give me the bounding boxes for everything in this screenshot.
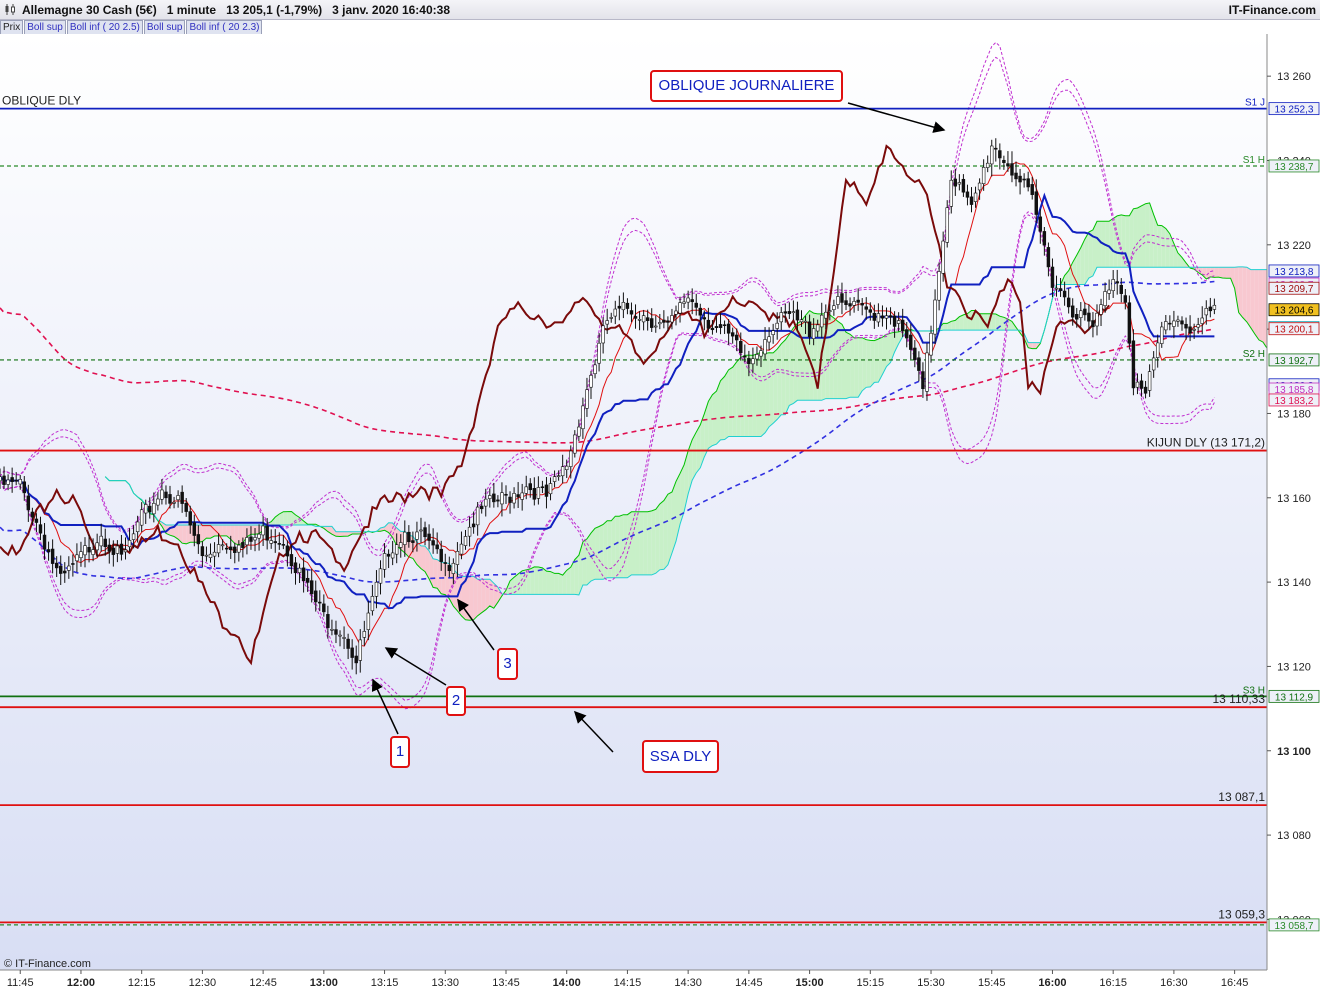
annotation-ssa-dly: SSA DLY xyxy=(642,740,719,773)
price-badge-label: 13 192,7 xyxy=(1275,356,1314,367)
price-badge-label: 13 200,1 xyxy=(1275,325,1314,336)
x-tick-label: 16:15 xyxy=(1099,977,1127,989)
level-label: OBLIQUE DLY xyxy=(2,94,81,108)
annotation-oblique-journaliere: OBLIQUE JOURNALIERE xyxy=(650,70,843,102)
price-chart[interactable]: OBLIQUE DLY S1 J S1 H S2 H KIJUN DLY (13 171… xyxy=(0,0,1320,990)
price-badge-label: 13 252,3 xyxy=(1275,105,1314,116)
x-tick-label: 14:15 xyxy=(614,977,642,989)
price-badge-label: 13 238,7 xyxy=(1275,162,1314,173)
x-tick-label: 13:15 xyxy=(371,977,399,989)
x-tick-label: 16:30 xyxy=(1160,977,1188,989)
x-tick-label: 12:30 xyxy=(189,977,217,989)
price-badge-label: 13 213,8 xyxy=(1275,267,1314,278)
y-tick-label: 13 160 xyxy=(1277,493,1311,505)
price-badge-label: 13 112,9 xyxy=(1275,692,1314,703)
annotation-marker-3: 3 xyxy=(497,648,518,680)
y-tick-label: 13 100 xyxy=(1277,746,1311,758)
y-tick-label: 13 260 xyxy=(1277,71,1311,83)
x-tick-label: 15:00 xyxy=(796,977,824,989)
x-tick-label: 15:30 xyxy=(917,977,945,989)
y-tick-label: 13 080 xyxy=(1277,830,1311,842)
x-tick-label: 12:45 xyxy=(249,977,277,989)
x-tick-label: 15:45 xyxy=(978,977,1006,989)
x-tick-label: 13:00 xyxy=(310,977,338,989)
y-tick-label: 13 140 xyxy=(1277,577,1311,589)
x-tick-label: 11:45 xyxy=(7,977,34,989)
annotation-marker-1: 1 xyxy=(390,736,410,768)
level-tag: S2 H xyxy=(1243,349,1265,360)
x-tick-label: 13:45 xyxy=(492,977,520,989)
y-tick-label: 13 120 xyxy=(1277,661,1311,673)
y-tick-label: 13 220 xyxy=(1277,240,1311,252)
price-badge-label: 13 058,7 xyxy=(1275,921,1314,932)
x-tick-label: 14:00 xyxy=(553,977,581,989)
x-tick-label: 12:15 xyxy=(128,977,156,989)
level-label: 13 087,1 xyxy=(1218,790,1265,804)
x-tick-label: 16:45 xyxy=(1221,977,1249,989)
level-label: 13 110,33 xyxy=(1213,692,1266,706)
price-badge-label: 13 204,6 xyxy=(1275,306,1314,317)
price-badge-label: 13 209,7 xyxy=(1275,284,1314,295)
x-tick-label: 13:30 xyxy=(432,977,460,989)
level-tag: S1 H xyxy=(1243,155,1265,166)
price-badge-label: 13 183,2 xyxy=(1275,396,1314,407)
level-label: KIJUN DLY (13 171,2) xyxy=(1147,436,1265,450)
plot-background xyxy=(0,34,1267,970)
level-tag: S1 J xyxy=(1245,98,1265,109)
x-tick-label: 12:00 xyxy=(67,977,95,989)
x-tick-label: 15:15 xyxy=(857,977,885,989)
x-tick-label: 16:00 xyxy=(1038,977,1066,989)
candle xyxy=(1127,295,1132,350)
level-label: 13 059,3 xyxy=(1218,907,1265,921)
annotation-marker-2: 2 xyxy=(446,686,466,716)
x-tick-label: 14:30 xyxy=(674,977,702,989)
chart-window: Allemagne 30 Cash (5€) 1 minute 13 205,1… xyxy=(0,0,1320,990)
x-tick-label: 14:45 xyxy=(735,977,763,989)
copyright-footer: © IT-Finance.com xyxy=(4,958,91,970)
y-tick-label: 13 180 xyxy=(1277,408,1311,420)
